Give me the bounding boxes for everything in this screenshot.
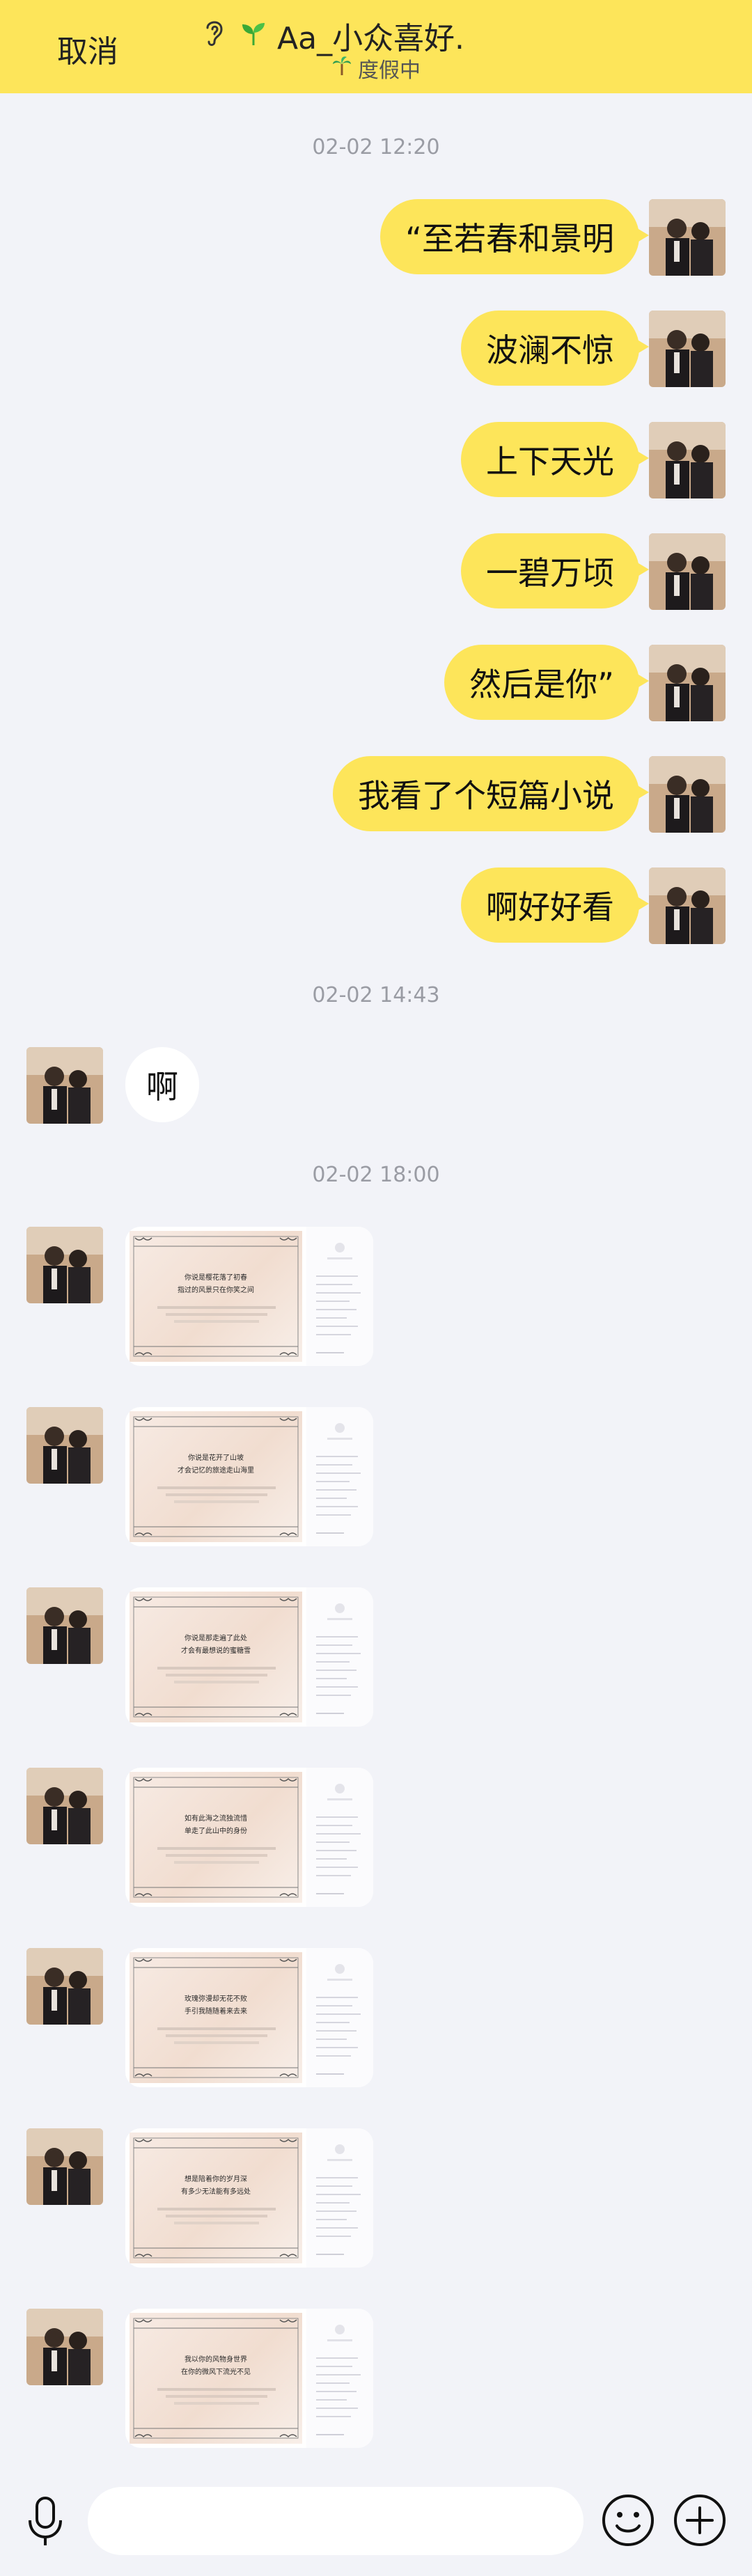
caption-line: 如有此海之流独流惜: [185, 1814, 247, 1823]
caption-line: 在你的微风下流光不见: [181, 2367, 251, 2376]
message-bubble-outgoing[interactable]: “至若春和景明: [380, 199, 649, 274]
status-row: 度假中: [331, 53, 421, 84]
caption-line: 指过的风景只在你笑之间: [178, 1285, 254, 1294]
screenshot-preview: 你说是樱花落了初春 指过的风景只在你笑之间: [130, 1231, 302, 1362]
caption-line: 你说是那走遍了此处: [185, 1633, 247, 1642]
document-side-panel: [306, 1587, 373, 1727]
image-message[interactable]: 你说是那走遍了此处 才会有最想说的蜜糖雪: [125, 1587, 373, 1727]
avatar[interactable]: [26, 2309, 103, 2385]
image-message[interactable]: 如有此海之流独流惜 单走了此山中的身份: [125, 1768, 373, 1907]
screenshot-preview: 你说是那走遍了此处 才会有最想说的蜜糖雪: [130, 1592, 302, 1722]
avatar[interactable]: [649, 199, 726, 276]
image-message[interactable]: 想是陪着你的岁月深 有多少无法能有多远处: [125, 2128, 373, 2268]
screenshot-preview: 玫瑰弥漫却无花不败 手引我随随着来去来: [130, 1952, 302, 2083]
emoji-icon[interactable]: [600, 2492, 656, 2551]
palm-icon: [331, 54, 352, 82]
avatar[interactable]: [649, 867, 726, 944]
message-bubble-outgoing[interactable]: 然后是你”: [444, 645, 649, 720]
caption-line: 我以你的风物身世界: [185, 2355, 247, 2364]
avatar[interactable]: [649, 645, 726, 721]
image-message[interactable]: 玫瑰弥漫却无花不败 手引我随随着来去来: [125, 1948, 373, 2087]
plus-icon[interactable]: [672, 2492, 728, 2551]
message-bubble-outgoing[interactable]: 啊好好看: [461, 867, 649, 943]
avatar[interactable]: [649, 756, 726, 833]
avatar[interactable]: [26, 1768, 103, 1844]
avatar[interactable]: [26, 1407, 103, 1484]
avatar[interactable]: [26, 1587, 103, 1664]
avatar[interactable]: [26, 1047, 103, 1124]
caption-line: 才会记忆的旅途走山海里: [178, 1466, 254, 1475]
message-bubble-outgoing[interactable]: 我看了个短篇小说: [333, 756, 649, 831]
screenshot-preview: 如有此海之流独流惜 单走了此山中的身份: [130, 1772, 302, 1903]
avatar[interactable]: [649, 311, 726, 387]
caption-line: 玫瑰弥漫却无花不败: [185, 1994, 247, 2003]
microphone-icon[interactable]: [24, 2495, 67, 2551]
status-text: 度假中: [358, 58, 421, 83]
screenshot-preview: 你说是花开了山坡才会记忆的旅途走山海里: [130, 1411, 302, 1542]
document-side-panel: [306, 2309, 373, 2448]
sprout-icon: [240, 19, 267, 53]
caption-line: 单走了此山中的身份: [185, 1826, 247, 1835]
image-message[interactable]: 你说是樱花落了初春 指过的风景只在你笑之间: [125, 1227, 373, 1366]
document-side-panel: [306, 2128, 373, 2268]
timestamp: 02-02 18:00: [312, 1163, 440, 1187]
caption-line: 你说是花开了山坡: [188, 1453, 244, 1462]
chat-title[interactable]: Aa_小众喜好.: [202, 15, 464, 56]
avatar[interactable]: [26, 2128, 103, 2205]
caption-line: 你说是樱花落了初春: [185, 1273, 247, 1282]
avatar[interactable]: [26, 1227, 103, 1303]
chat-header: 取消 Aa_小众喜好. 度假中: [0, 0, 752, 93]
caption-line: 想是陪着你的岁月深: [185, 2174, 247, 2183]
timestamp: 02-02 12:20: [312, 135, 440, 159]
message-input[interactable]: [88, 2487, 583, 2555]
contact-name: Aa_小众喜好.: [277, 21, 465, 56]
image-message[interactable]: 你说是花开了山坡才会记忆的旅途走山海里: [125, 1407, 373, 1546]
input-bar: [0, 2467, 752, 2576]
message-bubble-outgoing[interactable]: 一碧万顷: [461, 533, 649, 608]
document-side-panel: [306, 1407, 373, 1546]
message-bubble-incoming[interactable]: 啊: [125, 1047, 199, 1122]
ear-icon: [202, 17, 227, 54]
avatar[interactable]: [649, 422, 726, 498]
cancel-button[interactable]: 取消: [57, 26, 118, 71]
screenshot-preview: 我以你的风物身世界 在你的微风下流光不见: [130, 2313, 302, 2444]
message-bubble-outgoing[interactable]: 波澜不惊: [461, 311, 649, 386]
timestamp: 02-02 14:43: [312, 983, 440, 1007]
document-side-panel: [306, 1227, 373, 1366]
image-message[interactable]: 我以你的风物身世界 在你的微风下流光不见: [125, 2309, 373, 2448]
caption-line: 手引我随随着来去来: [185, 2006, 247, 2016]
document-side-panel: [306, 1768, 373, 1907]
caption-line: 有多少无法能有多远处: [181, 2187, 251, 2196]
avatar[interactable]: [649, 533, 726, 610]
screenshot-preview: 想是陪着你的岁月深 有多少无法能有多远处: [130, 2133, 302, 2263]
avatar[interactable]: [26, 1948, 103, 2025]
document-side-panel: [306, 1948, 373, 2087]
caption-line: 才会有最想说的蜜糖雪: [181, 1646, 251, 1655]
message-bubble-outgoing[interactable]: 上下天光: [461, 422, 649, 497]
